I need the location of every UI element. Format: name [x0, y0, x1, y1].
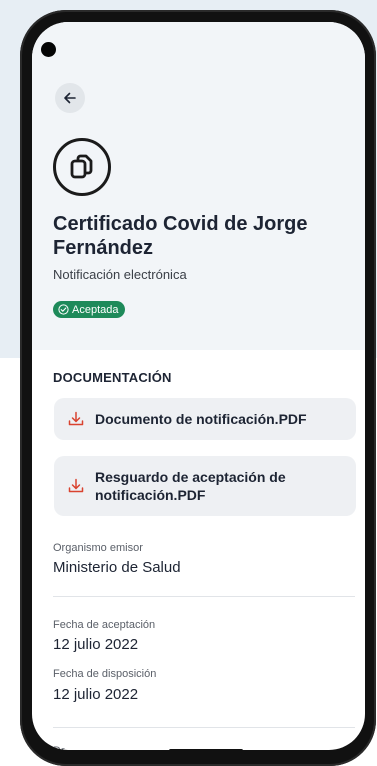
issuer-value: Ministerio de Salud [53, 559, 181, 576]
download-document-label: Documento de notificación.PDF [95, 411, 307, 427]
document-avatar [53, 138, 111, 196]
status-badge: Aceptada [53, 301, 126, 318]
download-icon [67, 477, 87, 495]
accept-date-value: 12 julio 2022 [53, 636, 139, 653]
accept-date-label: Fecha de aceptación [53, 619, 156, 631]
page-title: Certificado Covid de Jorge Fernández [53, 213, 308, 259]
download-receipt-label: Resguardo de aceptación de notificación.… [95, 469, 286, 503]
camera-icon [41, 42, 56, 57]
check-circle-icon [58, 304, 69, 315]
divider [53, 727, 355, 728]
arrow-left-icon [64, 92, 76, 104]
section-title-documentation: DOCUMENTACIÓN [53, 370, 172, 385]
status-badge-label: Aceptada [72, 303, 119, 316]
page-subtitle: Notificación electrónica [53, 267, 187, 282]
copy-document-icon [70, 154, 93, 179]
home-indicator[interactable] [169, 749, 243, 750]
download-icon [67, 410, 87, 428]
phone-screen: Certificado Covid de Jorge Fernández Not… [32, 22, 365, 750]
issuer-label: Organismo emisor [53, 542, 143, 554]
download-document-button[interactable]: Documento de notificación.PDF [54, 398, 356, 440]
disposal-date-label: Fecha de disposición [53, 668, 157, 680]
back-button[interactable] [55, 83, 85, 113]
divider [53, 596, 355, 597]
phone-frame: Certificado Covid de Jorge Fernández Not… [20, 10, 376, 766]
disposal-date-value: 12 julio 2022 [53, 686, 139, 703]
next-field-label: Dr [53, 745, 65, 750]
download-receipt-button[interactable]: Resguardo de aceptación de notificación.… [54, 456, 356, 516]
